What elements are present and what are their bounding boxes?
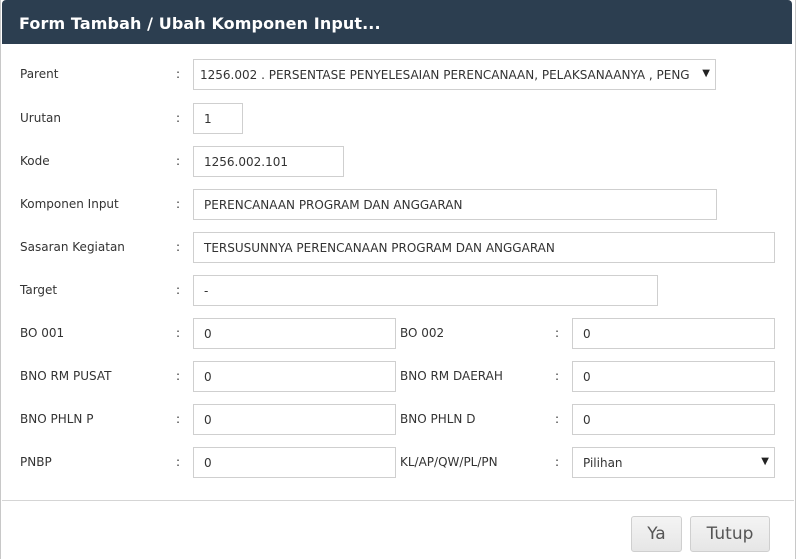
bo-001-field[interactable]: 0 [193,318,396,349]
chevron-down-icon: ▼ [761,456,769,467]
bo-002-label: BO 002 [400,326,445,340]
kl-ap-label: KL/AP/QW/PL/PN [400,455,498,469]
colon: : [176,154,181,168]
parent-label: Parent [20,67,59,81]
target-field[interactable]: - [193,275,658,306]
tutup-button[interactable]: Tutup [690,516,770,552]
bno-phln-d-field[interactable]: 0 [572,404,775,435]
bno-rm-pusat-label: BNO RM PUSAT [20,369,112,383]
kode-field[interactable]: 1256.002.101 [193,146,344,177]
colon: : [176,111,181,125]
colon: : [176,412,181,426]
kl-ap-select[interactable]: Pilihan ▼ [572,447,775,478]
chevron-down-icon: ▼ [702,68,710,79]
colon: : [555,326,560,340]
colon: : [555,412,560,426]
colon: : [555,455,560,469]
pnbp-field[interactable]: 0 [193,447,396,478]
bno-rm-daerah-label: BNO RM DAERAH [400,369,503,383]
parent-select[interactable]: 1256.002 . PERSENTASE PENYELESAIAN PEREN… [193,59,716,90]
colon: : [176,197,181,211]
bno-phln-d-label: BNO PHLN D [400,412,476,426]
ya-button[interactable]: Ya [631,516,682,552]
bno-phln-p-label: BNO PHLN P [20,412,94,426]
pnbp-label: PNBP [20,455,52,469]
colon: : [176,369,181,383]
parent-select-value: 1256.002 . PERSENTASE PENYELESAIAN PEREN… [200,68,690,82]
urutan-field[interactable]: 1 [193,103,243,134]
bno-phln-p-field[interactable]: 0 [193,404,396,435]
sasaran-kegiatan-field[interactable]: TERSUSUNNYA PERENCANAAN PROGRAM DAN ANGG… [193,232,775,263]
bno-rm-daerah-field[interactable]: 0 [572,361,775,392]
colon: : [555,369,560,383]
bno-rm-pusat-field[interactable]: 0 [193,361,396,392]
colon: : [176,283,181,297]
colon: : [176,326,181,340]
colon: : [176,240,181,254]
target-label: Target [20,283,58,297]
bo-002-field[interactable]: 0 [572,318,775,349]
dialog-title: Form Tambah / Ubah Komponen Input... [19,14,381,33]
urutan-label: Urutan [20,111,61,125]
bo-001-label: BO 001 [20,326,65,340]
footer-divider [2,500,794,501]
colon: : [176,455,181,469]
sasaran-kegiatan-label: Sasaran Kegiatan [20,240,125,254]
komponen-input-label: Komponen Input [20,197,119,211]
form-dialog: Form Tambah / Ubah Komponen Input... Par… [0,0,796,559]
dialog-header: Form Tambah / Ubah Komponen Input... [2,0,792,44]
colon: : [176,67,181,81]
komponen-input-field[interactable]: PERENCANAAN PROGRAM DAN ANGGARAN [193,189,717,220]
kode-label: Kode [20,154,50,168]
kl-ap-select-value: Pilihan [583,456,623,470]
